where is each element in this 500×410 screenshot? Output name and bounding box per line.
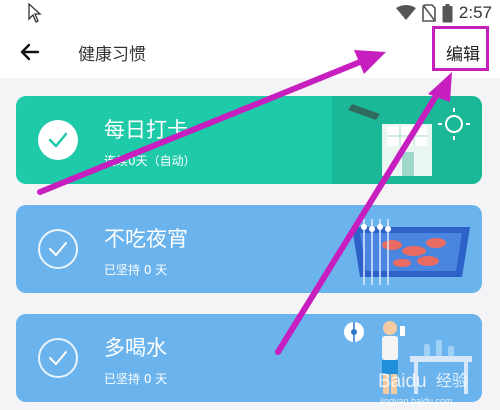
battery-icon <box>442 3 453 22</box>
checkin-building-icon <box>332 96 482 184</box>
page-title: 健康习惯 <box>78 45 146 65</box>
card-subtitle: 已坚持 0 天 <box>104 263 168 277</box>
card-title: 不吃夜宵 <box>104 227 188 251</box>
card-title: 每日打卡 <box>104 118 188 142</box>
wifi-icon <box>395 5 416 20</box>
mouse-cursor-icon <box>28 3 42 23</box>
card-subtitle: 连续0天（自动） <box>104 154 196 168</box>
checked-circle-icon[interactable] <box>38 120 78 160</box>
unchecked-circle-icon[interactable] <box>38 338 78 378</box>
habit-card-no-late-snack[interactable]: 不吃夜宵 已坚持 0 天 <box>16 205 482 293</box>
status-time: 2:57 <box>458 3 492 22</box>
bbq-skewers-icon <box>352 219 470 285</box>
habit-card-drink-water[interactable]: 多喝水 已坚持 0 天 <box>16 314 482 402</box>
card-title: 多喝水 <box>104 336 167 360</box>
card-subtitle: 已坚持 0 天 <box>104 372 168 386</box>
status-bar: 2:57 <box>0 0 500 26</box>
sim-off-icon <box>422 4 436 22</box>
habit-card-daily-checkin[interactable]: 每日打卡 连续0天（自动） <box>16 96 482 184</box>
person-drinking-water-icon <box>344 321 472 394</box>
app-bar: 健康习惯 <box>0 26 500 78</box>
back-arrow-icon[interactable] <box>18 40 42 64</box>
edit-button[interactable]: 编辑 <box>446 40 480 65</box>
unchecked-circle-icon[interactable] <box>38 229 78 269</box>
